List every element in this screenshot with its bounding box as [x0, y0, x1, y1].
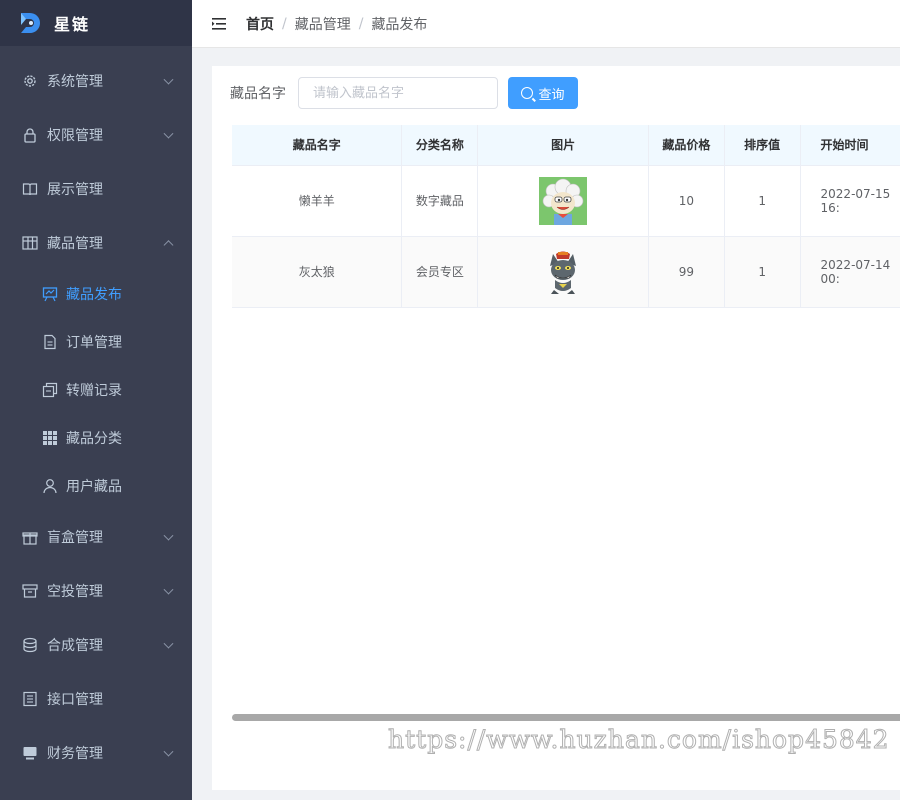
cell-category: 数字藏品 — [401, 165, 479, 237]
collections-table: 藏品名字 分类名称 图片 藏品价格 排序值 开始时间 懒羊羊 数字藏品 10 1… — [232, 125, 900, 308]
sidebar: 首页 系统管理 权限管理 展示管理 藏品管理 — [0, 0, 192, 800]
column-header: 藏品价格 — [648, 125, 725, 166]
sidebar-item-system[interactable]: 系统管理 — [0, 54, 192, 108]
cell-price: 10 — [648, 165, 725, 237]
cell-start-time: 2022-07-15 16: — [800, 165, 900, 237]
sidebar-subitem-label: 藏品分类 — [66, 431, 122, 447]
sidebar-subitem-label: 用户藏品 — [66, 479, 122, 495]
sidebar-subitem-user-collections[interactable]: 用户藏品 — [0, 462, 192, 510]
table-row[interactable]: 懒羊羊 数字藏品 10 1 2022-07-15 16: — [232, 165, 900, 237]
top-header: 首页 / 藏品管理 / 藏品发布 — [192, 0, 900, 48]
menu-toggle-icon[interactable] — [212, 17, 228, 31]
search-icon — [521, 87, 534, 99]
lock-icon — [22, 127, 38, 143]
column-header: 开始时间 — [800, 125, 900, 166]
breadcrumb-home[interactable]: 首页 — [246, 14, 274, 34]
search-form: 藏品名字 查询 — [230, 77, 578, 109]
search-input[interactable] — [298, 77, 498, 109]
sidebar-subitem-label: 订单管理 — [66, 335, 122, 351]
sidebar-item-label: 空投管理 — [47, 584, 103, 600]
gear-icon — [22, 73, 38, 89]
column-header: 分类名称 — [401, 125, 479, 166]
sidebar-item-permission[interactable]: 权限管理 — [0, 108, 192, 162]
horizontal-scrollbar[interactable] — [232, 714, 900, 721]
breadcrumb-separator: / — [282, 15, 287, 32]
box-icon — [22, 583, 38, 599]
cell-category: 会员专区 — [401, 236, 479, 308]
sheep-avatar-icon[interactable] — [539, 176, 588, 225]
coins-icon — [22, 637, 38, 653]
sidebar-subitem-transfers[interactable]: 转赠记录 — [0, 366, 192, 414]
sidebar-item-label: 展示管理 — [47, 182, 103, 198]
cell-image — [477, 236, 649, 308]
sidebar-subitem-label: 转赠记录 — [66, 383, 122, 399]
breadcrumb: 首页 / 藏品管理 / 藏品发布 — [246, 14, 427, 34]
breadcrumb-current: 藏品发布 — [371, 16, 428, 33]
sidebar-subitem-orders[interactable]: 订单管理 — [0, 318, 192, 366]
sidebar-item-label: 系统管理 — [47, 74, 103, 90]
search-button[interactable]: 查询 — [508, 77, 578, 109]
grid-icon — [42, 430, 58, 446]
chevron-up-icon — [163, 240, 174, 251]
sidebar-menu: 首页 系统管理 权限管理 展示管理 藏品管理 — [0, 24, 192, 780]
column-header: 藏品名字 — [232, 125, 403, 166]
sidebar-item-api[interactable]: 接口管理 — [0, 672, 192, 726]
chevron-down-icon — [163, 746, 174, 757]
sidebar-item-collections[interactable]: 藏品管理 — [0, 216, 192, 270]
sidebar-item-label: 财务管理 — [47, 746, 103, 762]
cell-sort: 1 — [724, 236, 801, 308]
sidebar-item-label: 合成管理 — [47, 638, 103, 654]
chevron-down-icon — [163, 638, 174, 649]
book-icon — [22, 181, 38, 197]
sidebar-item-finance[interactable]: 财务管理 — [0, 726, 192, 780]
chevron-down-icon — [163, 530, 174, 541]
table-row[interactable]: 灰太狼 会员专区 99 1 2022-07-14 00: — [232, 236, 900, 308]
cell-price: 99 — [648, 236, 725, 308]
chevron-down-icon — [163, 74, 174, 85]
sidebar-item-label: 藏品管理 — [47, 236, 103, 252]
chevron-down-icon — [163, 128, 174, 139]
cell-image — [477, 165, 649, 237]
sidebar-item-label: 接口管理 — [47, 692, 103, 708]
app-title: 星链 — [54, 15, 91, 34]
sidebar-item-display[interactable]: 展示管理 — [0, 162, 192, 216]
wolf-avatar-icon[interactable] — [539, 247, 588, 296]
document-icon — [42, 334, 58, 350]
sidebar-subitem-publish[interactable]: 藏品发布 — [0, 270, 192, 318]
sidebar-item-label: 权限管理 — [47, 128, 103, 144]
table-header-row: 藏品名字 分类名称 图片 藏品价格 排序值 开始时间 — [232, 125, 900, 166]
search-button-label: 查询 — [538, 87, 565, 103]
cell-sort: 1 — [724, 165, 801, 237]
easel-icon — [42, 286, 58, 302]
logo-icon — [18, 10, 44, 36]
copy-icon — [42, 382, 58, 398]
gift-icon — [22, 529, 38, 545]
cell-name: 懒羊羊 — [232, 165, 403, 237]
monitor-icon — [22, 745, 38, 761]
sidebar-item-airdrop[interactable]: 空投管理 — [0, 564, 192, 618]
column-header: 图片 — [477, 125, 649, 166]
sidebar-subitem-label: 藏品发布 — [66, 287, 122, 303]
logo-bar: 星链 — [0, 0, 192, 46]
cell-start-time: 2022-07-14 00: — [800, 236, 900, 308]
sidebar-item-label: 盲盒管理 — [47, 530, 103, 546]
sidebar-item-synthesis[interactable]: 合成管理 — [0, 618, 192, 672]
sidebar-subitem-categories[interactable]: 藏品分类 — [0, 414, 192, 462]
chevron-down-icon — [163, 584, 174, 595]
sidebar-item-blindbox[interactable]: 盲盒管理 — [0, 510, 192, 564]
cell-name: 灰太狼 — [232, 236, 403, 308]
column-header: 排序值 — [724, 125, 801, 166]
breadcrumb-collections[interactable]: 藏品管理 — [295, 14, 351, 34]
user-icon — [42, 478, 58, 494]
grid-table-icon — [22, 235, 38, 251]
search-label: 藏品名字 — [230, 86, 286, 102]
list-icon — [22, 691, 38, 707]
breadcrumb-separator: / — [358, 15, 364, 32]
content-card: 藏品名字 查询 藏品名字 分类名称 图片 藏品价格 排序值 开始时间 懒羊羊 数… — [212, 66, 900, 790]
watermark: https://www.huzhan.com/ishop45842 — [388, 725, 890, 755]
